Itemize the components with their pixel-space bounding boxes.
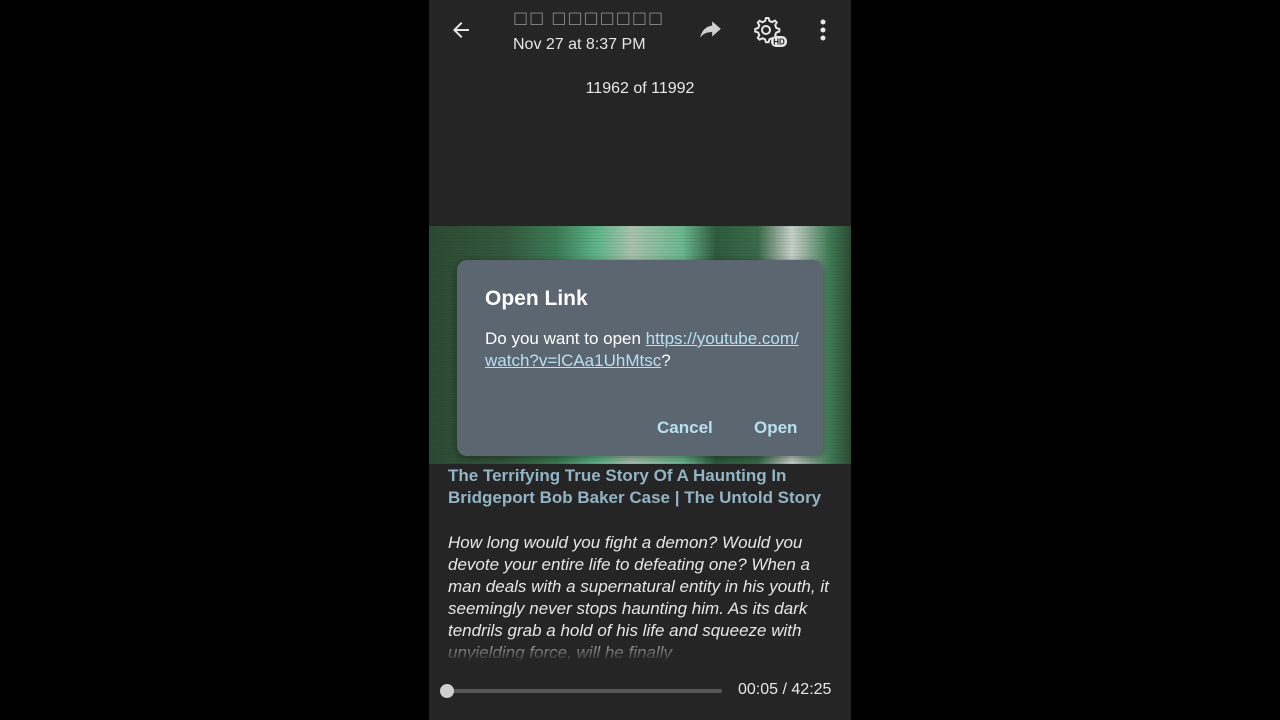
title-block: □□ □□□□□□□□□□□ ▯ Nov 27 at 8:37 PM	[513, 8, 663, 54]
hd-badge: HD	[773, 38, 785, 47]
message-date: Nov 27 at 8:37 PM	[513, 36, 646, 53]
duration: 42:25	[791, 681, 832, 698]
more-vertical-icon	[820, 19, 826, 41]
top-app-bar: □□ □□□□□□□□□□□ ▯ Nov 27 at 8:37 PM HD	[429, 0, 851, 62]
share-button[interactable]	[694, 14, 726, 46]
open-button[interactable]: Open	[754, 418, 797, 438]
chat-title: □□ □□□□□□□□□□□ ▯	[513, 8, 663, 27]
dialog-message-suffix: ?	[661, 351, 671, 370]
dialog-message-prefix: Do you want to open	[485, 329, 646, 348]
open-link-dialog: Open Link Do you want to open https://yo…	[457, 260, 823, 456]
time-separator: /	[778, 681, 792, 698]
seek-bar[interactable]	[439, 684, 722, 698]
post-title-link[interactable]: The Terrifying True Story Of A Haunting …	[448, 465, 838, 509]
share-forward-icon	[700, 21, 721, 38]
dialog-title: Open Link	[485, 287, 588, 310]
back-button[interactable]	[445, 14, 477, 46]
more-options-button[interactable]	[809, 14, 837, 46]
media-counter: 11962 of 11992	[585, 80, 695, 97]
post-description: How long would you fight a demon? Would …	[448, 532, 838, 662]
quality-settings-button[interactable]: HD	[749, 12, 789, 52]
dialog-message: Do you want to open https://youtube.com/…	[485, 328, 800, 372]
gear-hd-icon: HD	[754, 17, 787, 47]
current-time: 00:05	[738, 681, 779, 698]
seek-bar-thumb[interactable]	[439, 684, 454, 698]
media-viewer: □□ □□□□□□□□□□□ ▯ Nov 27 at 8:37 PM HD 11…	[429, 0, 851, 720]
arrow-left-icon	[453, 22, 469, 38]
cancel-button[interactable]: Cancel	[657, 418, 713, 438]
playback-time: 00:05 / 42:25	[738, 681, 831, 699]
